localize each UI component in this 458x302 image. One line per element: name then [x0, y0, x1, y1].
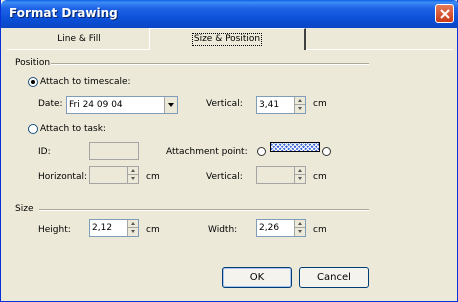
width-label: Width:	[208, 225, 238, 235]
task-vertical-input[interactable]	[256, 166, 306, 184]
tab-line-fill-label: Line & Fill	[57, 34, 101, 44]
attach-timescale-radio[interactable]	[28, 77, 38, 87]
horizontal-unit: cm	[146, 172, 160, 182]
task-vertical-spinner[interactable]	[294, 167, 305, 183]
width-input[interactable]: 2,26	[256, 219, 306, 237]
task-vertical-unit: cm	[313, 172, 327, 182]
width-value: 2,26	[259, 223, 280, 233]
chevron-down-icon[interactable]	[164, 97, 177, 113]
format-drawing-dialog: Format Drawing Line & Fill Size & Positi…	[0, 0, 458, 302]
title-bar: Format Drawing	[1, 0, 458, 28]
attach-timescale-label: Attach to timescale:	[40, 77, 131, 87]
date-label: Date:	[38, 99, 63, 109]
attachment-point-right-radio[interactable]	[322, 147, 331, 156]
tab-size-position-label: Size & Position	[191, 33, 263, 46]
close-icon	[440, 9, 450, 19]
position-section-label: Position	[15, 58, 51, 68]
vertical-label: Vertical:	[206, 99, 243, 109]
height-spinner[interactable]	[127, 220, 138, 236]
date-dropdown[interactable]: Fri 24 09 04	[66, 96, 178, 114]
size-separator	[39, 209, 369, 211]
ok-button-label: OK	[249, 272, 265, 283]
vertical-input[interactable]: 3,41	[256, 96, 306, 114]
width-unit: cm	[313, 225, 327, 235]
close-button[interactable]	[435, 4, 454, 23]
width-spinner[interactable]	[294, 220, 305, 236]
attach-task-radio[interactable]	[28, 124, 38, 134]
position-separator	[51, 63, 369, 65]
vertical-unit: cm	[313, 99, 327, 109]
tab-line-fill[interactable]: Line & Fill	[9, 30, 149, 50]
date-value: Fri 24 09 04	[69, 100, 123, 110]
horizontal-spinner[interactable]	[127, 167, 138, 183]
horizontal-label: Horizontal:	[38, 172, 87, 182]
id-input[interactable]	[89, 142, 139, 160]
id-label: ID:	[38, 147, 51, 157]
tab-size-position[interactable]: Size & Position	[149, 28, 306, 50]
height-unit: cm	[146, 225, 160, 235]
attachment-point-label: Attachment point:	[166, 147, 248, 157]
vertical-spinner[interactable]	[294, 97, 305, 113]
horizontal-input[interactable]	[89, 166, 139, 184]
height-label: Height:	[38, 225, 71, 235]
height-input[interactable]: 2,12	[89, 219, 139, 237]
ok-button[interactable]: OK	[222, 267, 292, 288]
task-vertical-label: Vertical:	[206, 172, 243, 182]
attachment-point-left-radio[interactable]	[257, 147, 266, 156]
cancel-button-label: Cancel	[317, 272, 351, 283]
dialog-title: Format Drawing	[9, 6, 118, 20]
vertical-value: 3,41	[259, 100, 280, 110]
attachment-bar-preview	[270, 142, 320, 152]
height-value: 2,12	[92, 223, 113, 233]
size-section-label: Size	[15, 204, 34, 214]
attach-task-label: Attach to task:	[40, 124, 106, 134]
cancel-button[interactable]: Cancel	[299, 267, 369, 288]
